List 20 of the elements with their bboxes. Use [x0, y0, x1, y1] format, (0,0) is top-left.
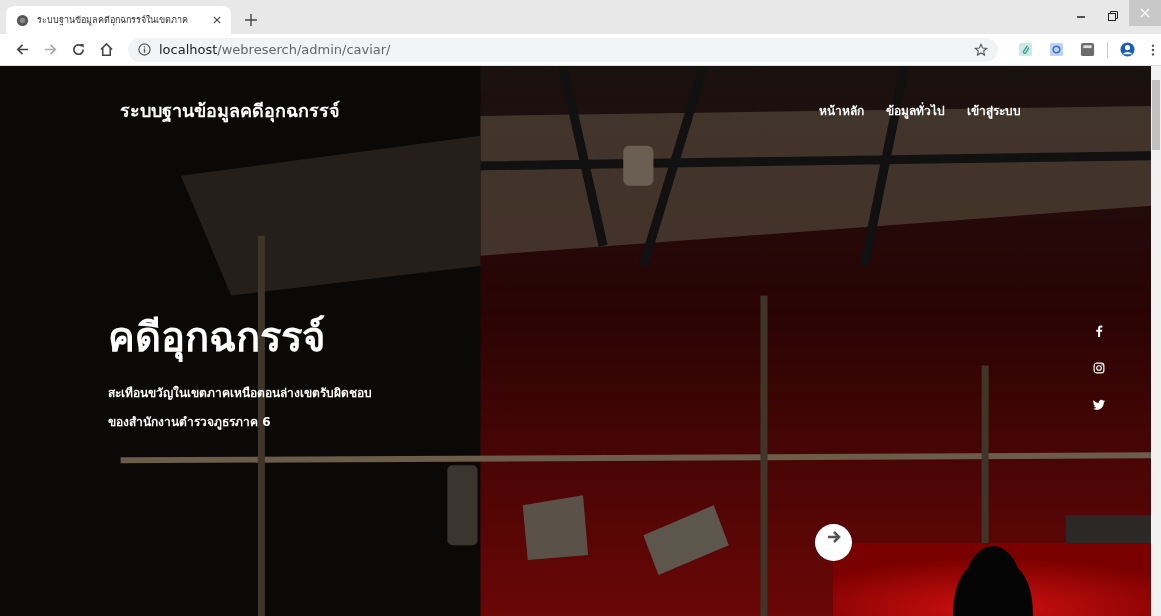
profile-icon[interactable]: [1120, 42, 1135, 57]
info-icon: [138, 43, 151, 56]
paperclip-icon[interactable]: [1018, 42, 1033, 57]
home-icon[interactable]: [99, 42, 114, 57]
reload-icon[interactable]: [71, 42, 86, 57]
extension-icon[interactable]: [1049, 42, 1064, 57]
restore-icon[interactable]: [1107, 10, 1119, 22]
close-icon[interactable]: [213, 16, 221, 24]
browser-tab[interactable]: ระบบฐานข้อมูลคดีอุกฉกรรจ์ในเขตภาค: [6, 6, 231, 34]
tab-title: ระบบฐานข้อมูลคดีอุกฉกรรจ์ในเขตภาค: [37, 14, 189, 27]
address-bar[interactable]: localhost/webreserch/admin/caviar/: [128, 37, 998, 62]
back-icon[interactable]: [15, 42, 30, 57]
url-text: localhost/webreserch/admin/caviar/: [159, 42, 391, 57]
menu-icon[interactable]: [1151, 42, 1155, 57]
close-icon: [1140, 8, 1150, 18]
star-icon[interactable]: [974, 42, 988, 57]
new-tab-icon[interactable]: [245, 14, 257, 26]
globe-icon: [16, 13, 29, 27]
calculator-icon[interactable]: [1080, 42, 1095, 57]
scrollbar[interactable]: [1151, 66, 1161, 616]
